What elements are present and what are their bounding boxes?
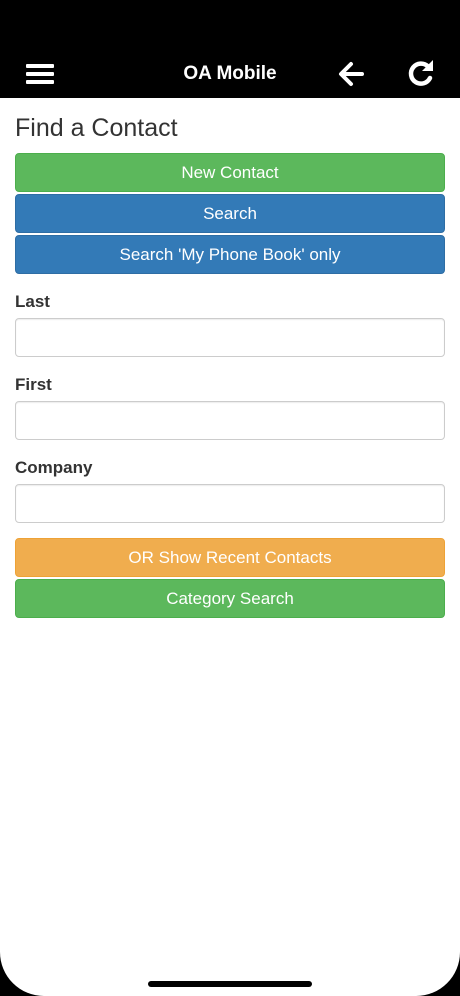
app-screen: OA Mobile Find a Contact New Contact Sea… (0, 0, 460, 996)
last-name-input[interactable] (15, 318, 445, 357)
recent-contacts-button[interactable]: OR Show Recent Contacts (15, 538, 445, 577)
search-phone-book-button[interactable]: Search 'My Phone Book' only (15, 235, 445, 274)
arrow-left-icon[interactable] (334, 58, 368, 90)
first-name-label: First (15, 375, 52, 394)
top-navigation-bar: OA Mobile (0, 0, 460, 98)
last-name-label: Last (15, 292, 50, 311)
new-contact-button[interactable]: New Contact (15, 153, 445, 192)
first-name-input[interactable] (15, 401, 445, 440)
company-input[interactable] (15, 484, 445, 523)
home-indicator[interactable] (148, 981, 312, 987)
page-title: Find a Contact (15, 114, 178, 142)
category-search-button[interactable]: Category Search (15, 579, 445, 618)
app-title: OA Mobile (183, 63, 277, 84)
company-label: Company (15, 458, 93, 477)
refresh-icon[interactable] (404, 57, 438, 91)
find-contact-form: Find a Contact New Contact Search Search… (15, 98, 445, 618)
search-button[interactable]: Search (15, 194, 445, 233)
